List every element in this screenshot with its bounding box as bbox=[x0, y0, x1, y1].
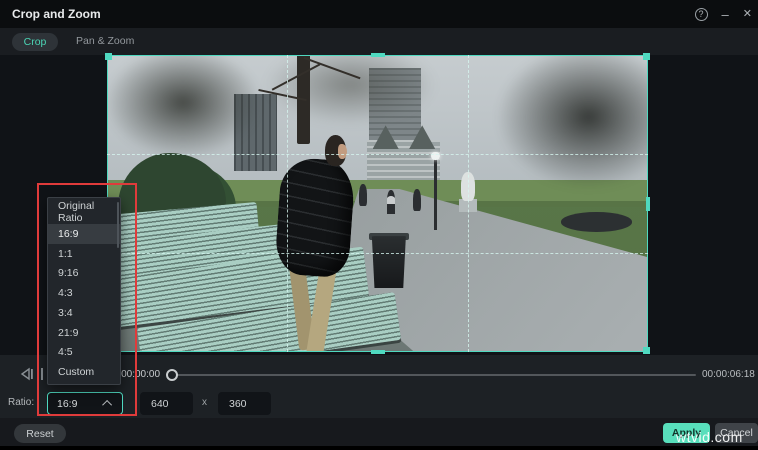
cancel-button[interactable]: Cancel bbox=[715, 423, 758, 443]
ratio-option-3-4[interactable]: 3:4 bbox=[48, 303, 120, 323]
ratio-option-1-1[interactable]: 1:1 bbox=[48, 244, 120, 264]
ratio-option-4-5[interactable]: 4:5 bbox=[48, 343, 120, 363]
ratio-option-16-9[interactable]: 16:9 bbox=[48, 224, 120, 244]
help-icon[interactable]: ? bbox=[695, 8, 708, 21]
ratio-option-original-ratio[interactable]: Original Ratio bbox=[48, 200, 120, 224]
dropdown-scrollbar[interactable] bbox=[117, 202, 119, 248]
title-bar: Crop and Zoom ? – ✕ bbox=[0, 0, 758, 28]
height-input[interactable] bbox=[218, 392, 271, 415]
reset-button[interactable]: Reset bbox=[14, 424, 66, 443]
crop-handle-top-left[interactable] bbox=[105, 53, 112, 60]
ratio-dropdown-menu: Original Ratio16:91:19:164:33:421:94:5Cu… bbox=[47, 197, 121, 385]
dialog-title: Crop and Zoom bbox=[12, 7, 101, 21]
crop-handle-bottom-right[interactable] bbox=[643, 347, 650, 354]
video-preview bbox=[107, 55, 648, 352]
slider-track[interactable] bbox=[168, 374, 696, 376]
dimension-separator: x bbox=[202, 397, 207, 408]
ratio-label: Ratio: bbox=[8, 397, 34, 408]
previous-frame-icon[interactable] bbox=[18, 367, 36, 381]
crop-handle-bottom[interactable] bbox=[371, 350, 385, 354]
width-input[interactable] bbox=[140, 392, 193, 415]
footer-bar: Reset Apply Cancel bbox=[0, 418, 758, 446]
window-bottom-edge bbox=[0, 446, 758, 450]
crop-handle-top-right[interactable] bbox=[643, 53, 650, 60]
crop-and-zoom-dialog: Crop and Zoom ? – ✕ Crop Pan & Zoom bbox=[0, 0, 758, 450]
ratio-option-9-16[interactable]: 9:16 bbox=[48, 264, 120, 284]
timeline-slider[interactable] bbox=[168, 365, 700, 385]
ratio-option-custom[interactable]: Custom bbox=[48, 362, 120, 382]
tab-crop[interactable]: Crop bbox=[12, 33, 58, 51]
total-duration: 00:00:06:18 bbox=[702, 369, 755, 380]
crop-handle-top[interactable] bbox=[371, 53, 385, 57]
tab-pan-zoom[interactable]: Pan & Zoom bbox=[76, 35, 134, 47]
ratio-dropdown-items: Original Ratio16:91:19:164:33:421:94:5Cu… bbox=[48, 200, 120, 382]
tab-bar: Crop Pan & Zoom bbox=[0, 28, 758, 55]
ratio-select-value: 16:9 bbox=[57, 398, 105, 410]
crop-selection-box[interactable] bbox=[107, 55, 648, 352]
slider-thumb[interactable] bbox=[166, 369, 178, 381]
window-controls: ? – ✕ bbox=[695, 0, 752, 28]
close-icon[interactable]: ✕ bbox=[743, 9, 752, 20]
ratio-option-4-3[interactable]: 4:3 bbox=[48, 283, 120, 303]
ratio-select[interactable]: 16:9 bbox=[47, 392, 123, 415]
crop-handle-right[interactable] bbox=[646, 197, 650, 211]
ratio-option-21-9[interactable]: 21:9 bbox=[48, 323, 120, 343]
apply-button[interactable]: Apply bbox=[663, 423, 710, 443]
minimize-icon[interactable]: – bbox=[722, 8, 729, 21]
